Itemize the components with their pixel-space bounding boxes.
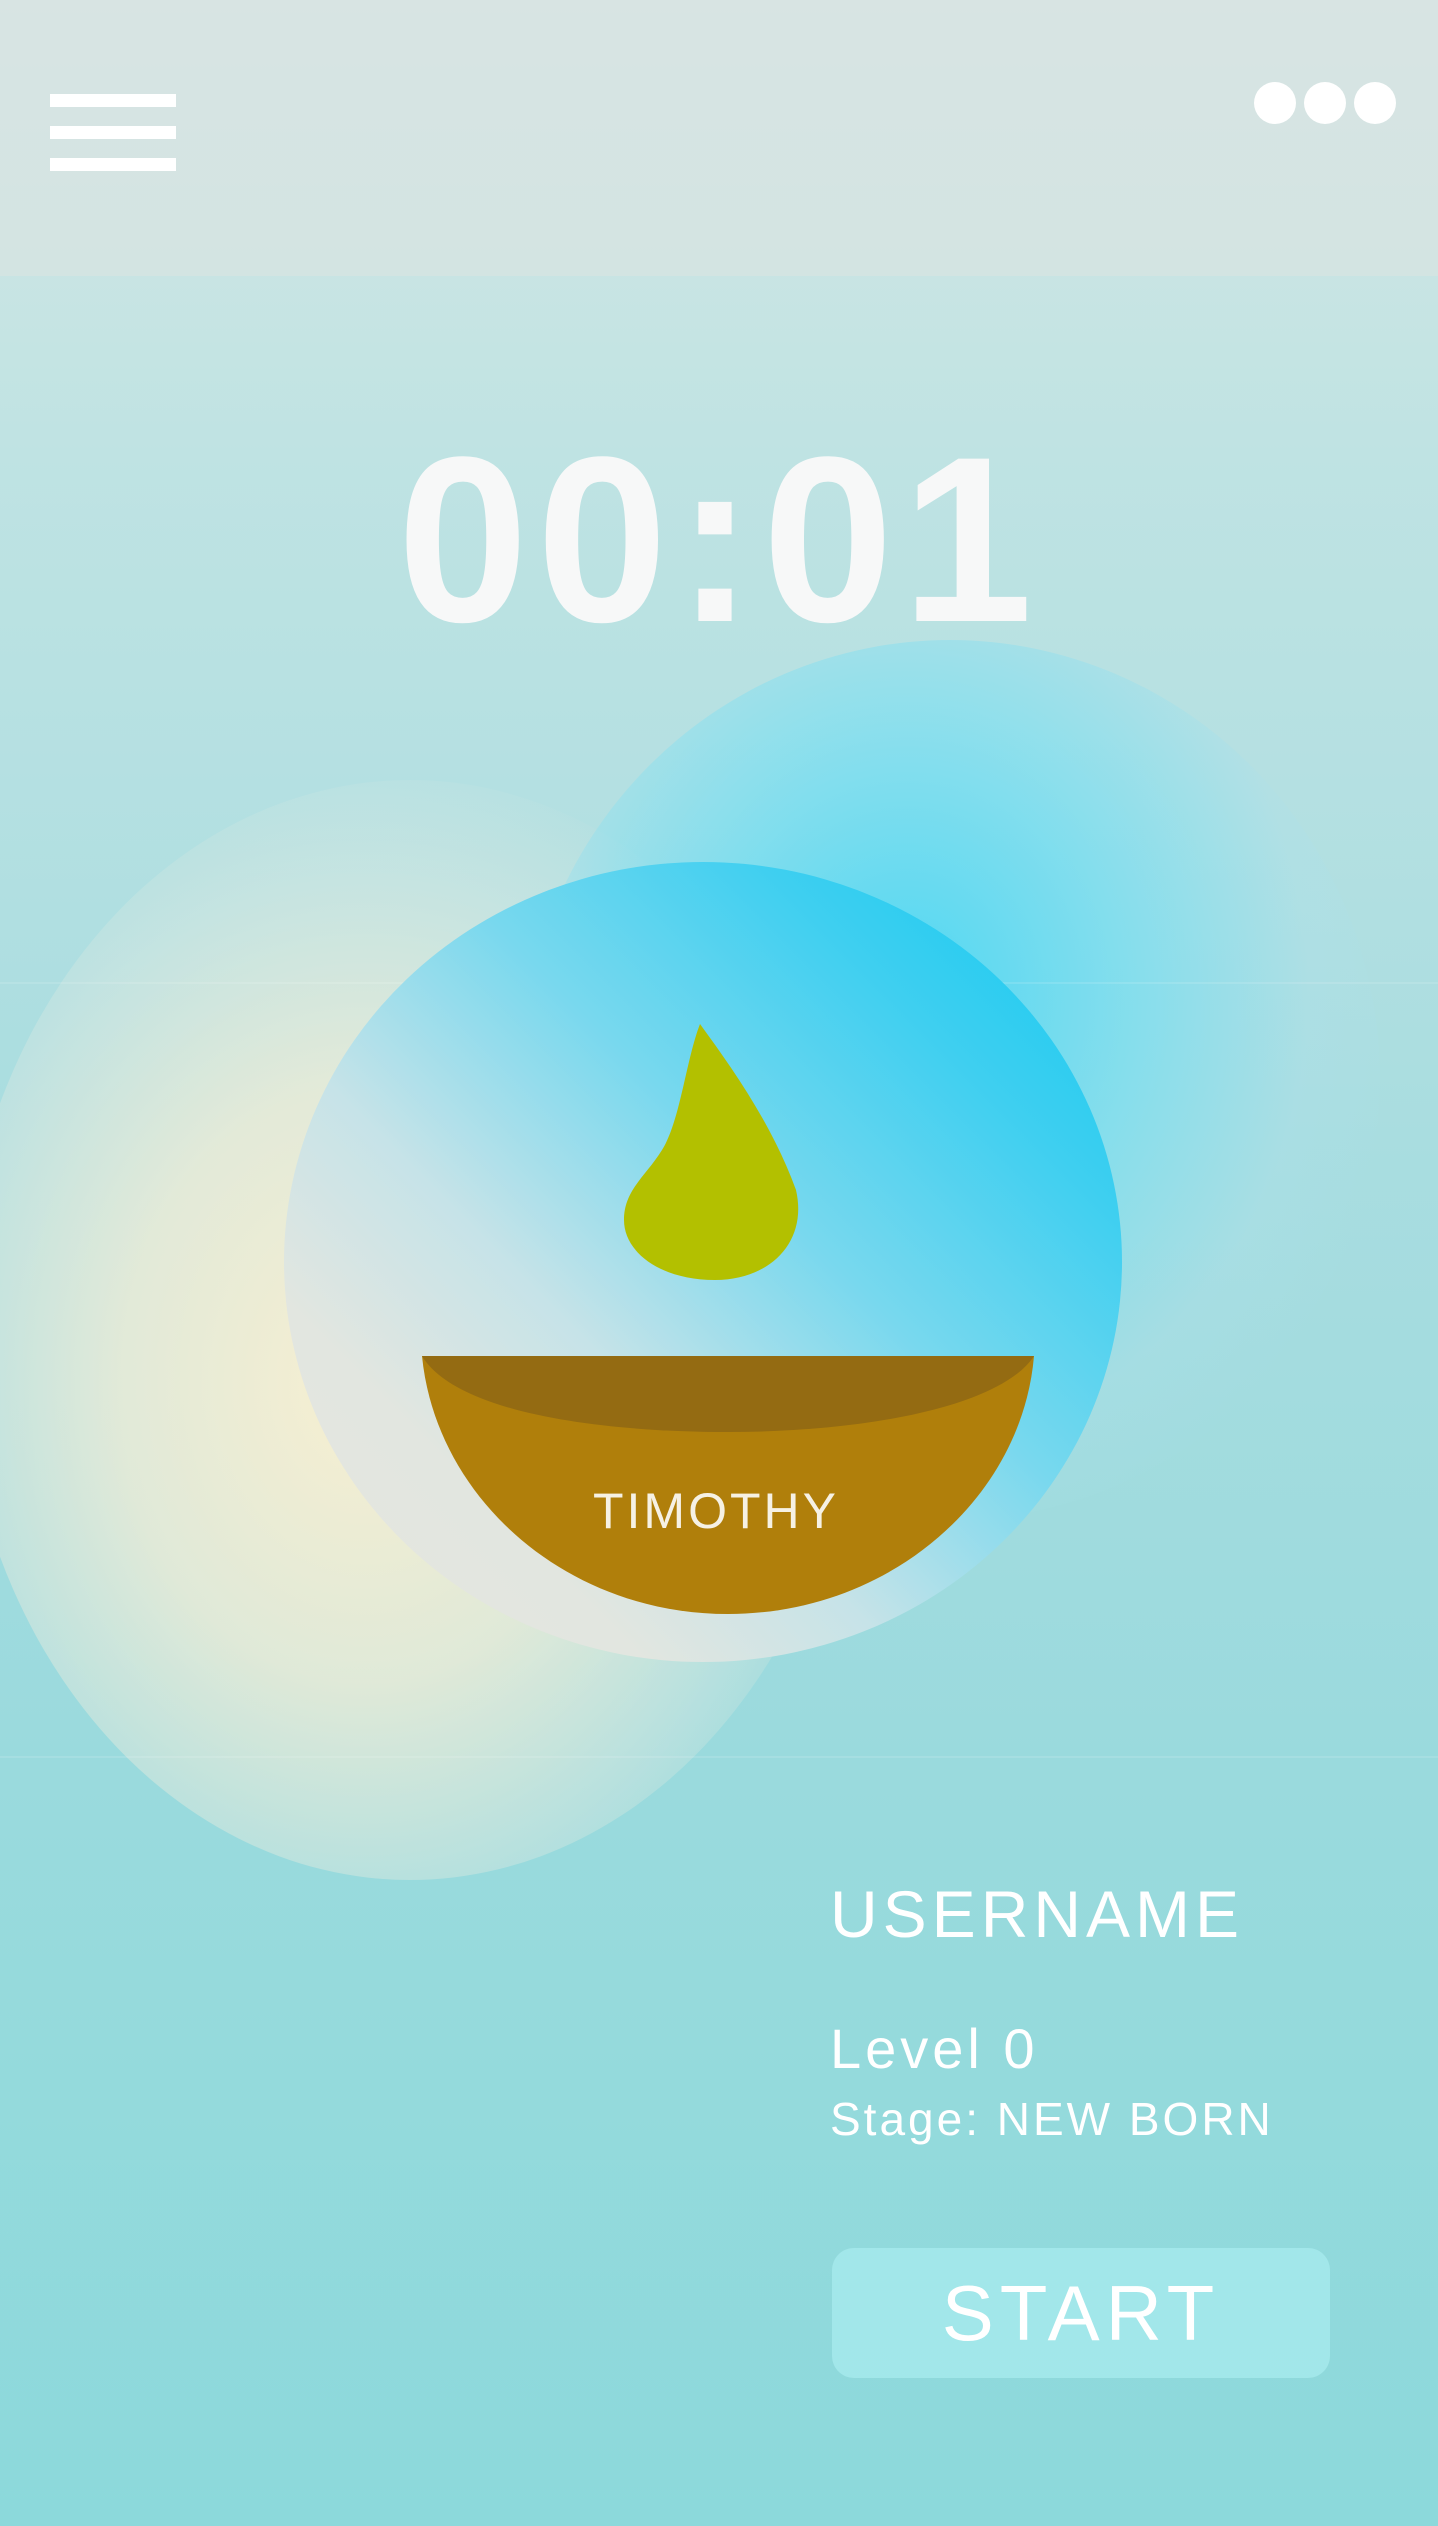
start-button[interactable]: START (832, 2248, 1330, 2378)
hamburger-menu-icon[interactable] (50, 94, 176, 172)
session-timer: 00:01 (397, 408, 1041, 672)
background-band-line (0, 1756, 1438, 1758)
plant-name-label: TIMOTHY (593, 1483, 839, 1539)
more-options-icon[interactable] (1254, 82, 1396, 124)
stage-label: Stage: NEW BORN (830, 2093, 1274, 2145)
level-label: Level 0 (830, 2017, 1039, 2080)
top-bar (0, 0, 1438, 276)
seed-drop-icon (624, 1024, 799, 1280)
username-label: USERNAME (830, 1877, 1245, 1951)
seed-drop-shape (624, 1024, 799, 1280)
